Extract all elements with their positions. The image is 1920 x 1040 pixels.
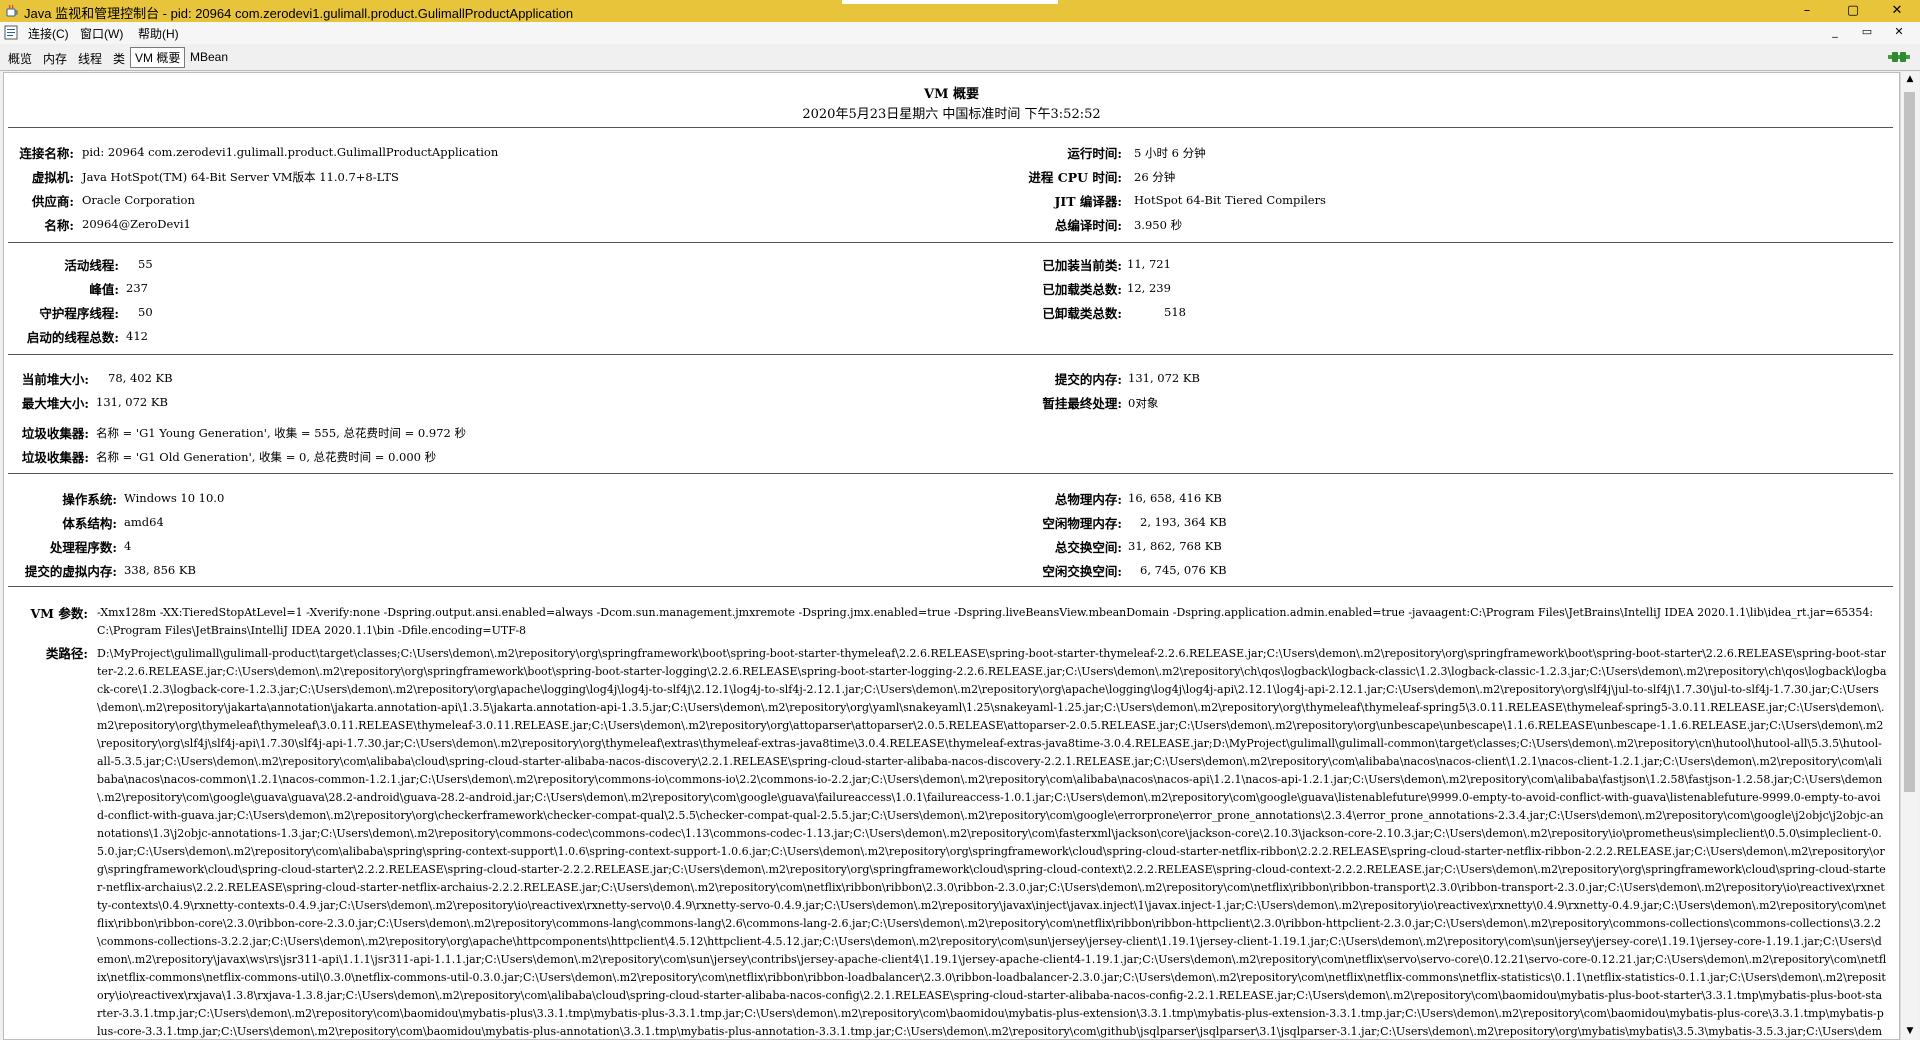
uptime-value: 5 小时 6 分钟 (1134, 146, 1206, 160)
connection-status-icon (1888, 52, 1910, 62)
process-cpu-value: 26 分钟 (1134, 170, 1176, 184)
loaded-classes-value: 11, 721 (1127, 257, 1171, 271)
virtual-memory-value: 338, 856 KB (124, 563, 196, 577)
free-swap-space-value: 6, 745, 076 KB (1140, 563, 1227, 577)
window-titlebar: Java 监视和管理控制台 - pid: 20964 com.zerodevi1… (0, 0, 1920, 23)
current-heap-label: 当前堆大小: (21, 372, 89, 387)
divider (8, 127, 1893, 128)
page-title: VM 概要 (923, 87, 979, 102)
internal-minimize-button[interactable]: _ (1826, 24, 1844, 40)
tab-threads[interactable]: 线程 (78, 50, 102, 67)
title-highlight (985, 0, 1058, 4)
os-value: Windows 10 10.0 (124, 491, 225, 505)
vertical-scrollbar[interactable]: ▲ ▼ (1900, 72, 1919, 1040)
daemon-threads-label: 守护程序线程: (39, 306, 119, 321)
free-physical-memory-label: 空闲物理内存: (1042, 516, 1122, 531)
divider (8, 242, 1893, 243)
name-label: 名称: (44, 218, 74, 233)
swap-space-label: 总交换空间: (1054, 540, 1122, 555)
jit-label: JIT 编译器: (1054, 194, 1122, 209)
daemon-threads-value: 50 (138, 305, 153, 319)
menu-bar: 连接(C) 窗口(W) 帮助(H) _ ▭ ✕ (0, 22, 1920, 45)
window-title: Java 监视和管理控制台 - pid: 20964 com.zerodevi1… (24, 6, 574, 21)
internal-restore-button[interactable]: ▭ (1858, 24, 1876, 40)
vm-summary-panel: VM 概要 2020年5月23日星期六 中国标准时间 下午3:52:52 连接名… (3, 72, 1900, 1040)
free-physical-memory-value: 2, 193, 364 KB (1140, 515, 1227, 529)
window-maximize-button[interactable]: ▢ (1830, 0, 1876, 22)
total-loaded-classes-value: 12, 239 (1127, 281, 1171, 295)
divider (8, 354, 1893, 355)
connection-name-value: pid: 20964 com.zerodevi1.gulimall.produc… (82, 145, 499, 159)
title-highlight (842, 0, 986, 4)
unloaded-classes-value: 518 (1164, 305, 1186, 319)
divider (8, 473, 1893, 474)
started-threads-value: 412 (126, 329, 148, 343)
menu-help[interactable]: 帮助(H) (138, 25, 179, 42)
vendor-value: Oracle Corporation (82, 193, 195, 207)
gc-young-value: 名称 = 'G1 Young Generation', 收集 = 555, 总花… (96, 426, 467, 440)
virtual-memory-label: 提交的虚拟内存: (24, 564, 117, 579)
physical-memory-value: 16, 658, 416 KB (1128, 491, 1222, 505)
tab-vm-summary[interactable]: VM 概要 (130, 47, 186, 68)
menu-connect[interactable]: 连接(C) (28, 25, 69, 42)
compile-time-value: 3.950 秒 (1134, 218, 1183, 232)
max-heap-label: 最大堆大小: (21, 396, 89, 411)
scroll-up-icon[interactable]: ▲ (1904, 74, 1916, 86)
menu-window[interactable]: 窗口(W) (80, 25, 123, 42)
internal-close-button[interactable]: ✕ (1890, 24, 1908, 40)
compile-time-label: 总编译时间: (1054, 218, 1122, 233)
tab-classes[interactable]: 类 (113, 50, 125, 67)
gc-old-value: 名称 = 'G1 Old Generation', 收集 = 0, 总花费时间 … (96, 450, 437, 464)
committed-memory-label: 提交的内存: (1054, 372, 1122, 387)
vendor-label: 供应商: (31, 194, 74, 209)
pending-finalization-label: 暂挂最终处理: (1042, 396, 1122, 411)
free-swap-space-label: 空闲交换空间: (1042, 564, 1122, 579)
window-minimize-button[interactable]: – (1784, 0, 1830, 22)
architecture-label: 体系结构: (62, 516, 117, 531)
peak-threads-value: 237 (126, 281, 148, 295)
vm-value: Java HotSpot(TM) 64-Bit Server VM版本 11.0… (82, 170, 399, 184)
started-threads-label: 启动的线程总数: (26, 330, 119, 345)
divider (8, 586, 1893, 587)
physical-memory-label: 总物理内存: (1054, 492, 1122, 507)
architecture-value: amd64 (124, 515, 164, 529)
live-threads-value: 55 (138, 257, 153, 271)
processors-value: 4 (124, 539, 132, 553)
window-close-button[interactable]: ✕ (1874, 0, 1920, 22)
processors-label: 处理程序数: (49, 540, 117, 555)
committed-memory-value: 131, 072 KB (1128, 371, 1200, 385)
peak-threads-label: 峰值: (89, 282, 119, 297)
live-threads-label: 活动线程: (64, 258, 119, 273)
document-icon (4, 25, 18, 40)
total-loaded-classes-label: 已加载类总数: (1042, 282, 1122, 297)
gc-label: 垃圾收集器: (21, 450, 89, 465)
timestamp: 2020年5月23日星期六 中国标准时间 下午3:52:52 (802, 107, 1101, 122)
unloaded-classes-label: 已卸载类总数: (1042, 306, 1122, 321)
jit-value: HotSpot 64-Bit Tiered Compilers (1134, 193, 1326, 207)
classpath-label: 类路径: (45, 646, 88, 661)
connection-name-label: 连接名称: (19, 146, 74, 161)
tab-mbean[interactable]: MBean (190, 50, 228, 64)
current-heap-value: 78, 402 KB (108, 371, 173, 385)
tab-bar: 概览 内存 线程 类 VM 概要 MBean (0, 44, 1920, 71)
loaded-classes-label: 已加装当前类: (1042, 258, 1122, 273)
swap-space-value: 31, 862, 768 KB (1128, 539, 1222, 553)
process-cpu-label: 进程 CPU 时间: (1028, 170, 1122, 185)
vm-arguments-value: -Xmx128m -XX:TieredStopAtLevel=1 -Xverif… (97, 606, 1874, 637)
name-value: 20964@ZeroDevi1 (82, 217, 191, 231)
classpath-value: D:\MyProject\gulimall\gulimall-product\t… (97, 647, 1887, 1038)
uptime-label: 运行时间: (1067, 146, 1122, 161)
scroll-down-icon[interactable]: ▼ (1904, 1026, 1916, 1038)
tab-memory[interactable]: 内存 (43, 50, 67, 67)
gc-label: 垃圾收集器: (21, 426, 89, 441)
scrollbar-thumb[interactable] (1904, 92, 1915, 792)
os-label: 操作系统: (62, 492, 117, 507)
vm-arguments-label: VM 参数: (30, 606, 88, 621)
vm-label: 虚拟机: (31, 170, 74, 185)
tab-overview[interactable]: 概览 (8, 50, 32, 67)
max-heap-value: 131, 072 KB (96, 395, 168, 409)
java-cup-icon (6, 4, 18, 17)
pending-finalization-value: 0对象 (1128, 396, 1159, 410)
